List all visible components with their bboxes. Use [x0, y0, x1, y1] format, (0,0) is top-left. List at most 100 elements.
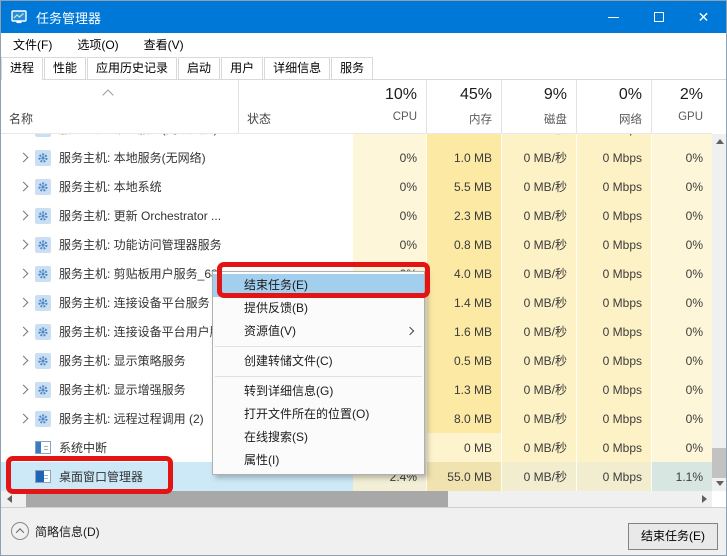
network-cell: 0 Mbps — [576, 134, 651, 143]
maximize-icon — [654, 12, 664, 22]
tab-性能[interactable]: 性能 — [44, 57, 86, 79]
tab-用户[interactable]: 用户 — [221, 57, 263, 79]
network-cell: 0 Mbps — [576, 172, 651, 201]
expand-chevron-icon[interactable] — [19, 327, 29, 337]
vertical-scrollbar[interactable] — [712, 134, 727, 491]
expand-chevron-icon[interactable] — [19, 240, 29, 250]
column-header-net[interactable]: 0%网络 — [576, 80, 651, 133]
header-label-cpu: CPU — [393, 111, 417, 123]
tab-bar: 进程性能应用历史记录启动用户详细信息服务 — [1, 56, 726, 80]
process-name: 服务主机: 连接设备平台用户服... — [59, 323, 232, 340]
header-total-gpu: 2% — [680, 85, 703, 105]
cpu-cell: 0% — [353, 134, 426, 143]
expand-chevron-icon[interactable] — [19, 414, 29, 424]
context-menu-item-在线搜索(S)[interactable]: 在线搜索(S) — [213, 426, 424, 449]
cpu-cell: 0% — [353, 201, 426, 230]
process-name: 服务主机: 本地系统 — [59, 178, 162, 195]
horizontal-scrollbar-thumb[interactable] — [26, 491, 448, 507]
service-gear-icon — [35, 134, 51, 137]
tab-进程[interactable]: 进程 — [1, 57, 43, 80]
context-menu-item-提供反馈(B)[interactable]: 提供反馈(B) — [213, 297, 424, 320]
expand-chevron-icon[interactable] — [19, 385, 29, 395]
cpu-cell: 0% — [353, 143, 426, 172]
column-header-status[interactable]: 状态 — [238, 80, 353, 133]
menu-选项(O)[interactable]: 选项(O) — [74, 34, 121, 55]
details-toggle[interactable]: 简略信息(D) — [11, 522, 100, 540]
context-menu-item-资源值(V)[interactable]: 资源值(V) — [213, 320, 424, 343]
context-menu-item-结束任务(E)[interactable]: 结束任务(E) — [213, 274, 424, 297]
context-menu-item-转到详细信息(G)[interactable]: 转到详细信息(G) — [213, 380, 424, 403]
menu-查看(V)[interactable]: 查看(V) — [141, 34, 187, 55]
column-header-disk[interactable]: 9%磁盘 — [501, 80, 576, 133]
maximize-button[interactable] — [636, 1, 681, 33]
context-menu-item-打开文件所在的位置(O)[interactable]: 打开文件所在的位置(O) — [213, 403, 424, 426]
minimize-icon — [608, 17, 619, 18]
expand-chevron-icon[interactable] — [19, 356, 29, 366]
scroll-up-arrow[interactable] — [712, 134, 727, 149]
column-header-mem[interactable]: 45%内存 — [426, 80, 501, 133]
context-menu-item-属性(I)[interactable]: 属性(I) — [213, 449, 424, 472]
horizontal-scrollbar[interactable] — [1, 491, 712, 507]
tab-详细信息[interactable]: 详细信息 — [264, 57, 330, 79]
title-bar: 任务管理器 ✕ — [1, 1, 726, 33]
task-manager-window: 任务管理器 ✕ 文件(F) 选项(O) 查看(V) 进程性能应用历史记录启动用户详细… — [0, 0, 727, 556]
network-cell: 0 Mbps — [576, 462, 651, 491]
process-name-cell: 服务主机: 本地服务(网络受限) — [1, 134, 238, 143]
status-bar: 简略信息(D) 结束任务(E) — [1, 507, 726, 556]
expand-chevron-icon[interactable] — [19, 182, 29, 192]
service-gear-icon — [35, 382, 51, 398]
expand-chevron-icon[interactable] — [19, 298, 29, 308]
expand-chevron-icon[interactable] — [19, 269, 29, 279]
memory-cell: 8.0 MB — [426, 404, 501, 433]
service-gear-icon — [35, 179, 51, 195]
memory-cell: 1.0 MB — [426, 143, 501, 172]
process-name: 服务主机: 更新 Orchestrator ... — [59, 207, 221, 224]
process-row[interactable]: 服务主机: 本地服务(网络受限)0%0.6 MB0 MB/秒0 Mbps0% — [1, 134, 712, 143]
process-row[interactable]: 服务主机: 更新 Orchestrator ...0%2.3 MB0 MB/秒0… — [1, 201, 712, 230]
menu-文件(F)[interactable]: 文件(F) — [10, 34, 55, 55]
expand-chevron-icon[interactable] — [19, 211, 29, 221]
process-name-cell: 桌面窗口管理器 — [1, 462, 238, 491]
network-cell: 0 Mbps — [576, 201, 651, 230]
gpu-cell: 0% — [651, 317, 712, 346]
vertical-scrollbar-thumb[interactable] — [712, 448, 727, 478]
process-name: 服务主机: 本地服务(无网络) — [59, 149, 206, 166]
process-name-cell: 服务主机: 连接设备平台服务 — [1, 288, 238, 317]
header-label-mem: 内存 — [469, 111, 492, 127]
network-cell: 0 Mbps — [576, 288, 651, 317]
disk-cell: 0 MB/秒 — [501, 462, 576, 491]
process-name-cell: 服务主机: 剪贴板用户服务_68... — [1, 259, 238, 288]
column-header-gpu[interactable]: 2% GPU — [651, 80, 712, 133]
disk-cell: 0 MB/秒 — [501, 346, 576, 375]
scroll-right-arrow[interactable] — [696, 491, 712, 507]
process-row[interactable]: 服务主机: 本地系统0%5.5 MB0 MB/秒0 Mbps0% — [1, 172, 712, 201]
scroll-down-arrow[interactable] — [712, 476, 727, 491]
process-name-cell: 系统中断 — [1, 433, 238, 462]
status-cell — [238, 201, 353, 230]
tab-应用历史记录[interactable]: 应用历史记录 — [87, 57, 177, 79]
service-gear-icon — [35, 411, 51, 427]
close-button[interactable]: ✕ — [681, 1, 726, 33]
process-name: 系统中断 — [59, 439, 107, 456]
column-header-name[interactable]: 名称 — [1, 80, 238, 133]
process-row[interactable]: 服务主机: 本地服务(无网络)0%1.0 MB0 MB/秒0 Mbps0% — [1, 143, 712, 172]
process-name-cell: 服务主机: 连接设备平台用户服... — [1, 317, 238, 346]
disk-cell: 0 MB/秒 — [501, 288, 576, 317]
gpu-cell: 0% — [651, 172, 712, 201]
header-label-gpu: GPU — [678, 111, 703, 123]
column-header-cpu[interactable]: 10%CPU — [353, 80, 426, 133]
tab-服务[interactable]: 服务 — [331, 57, 373, 79]
scroll-left-arrow[interactable] — [1, 491, 17, 507]
end-task-button[interactable]: 结束任务(E) — [628, 523, 718, 550]
process-row[interactable]: 服务主机: 功能访问管理器服务0%0.8 MB0 MB/秒0 Mbps0% — [1, 230, 712, 259]
process-name: 服务主机: 剪贴板用户服务_68... — [59, 265, 228, 282]
window-title: 任务管理器 — [36, 8, 101, 27]
disk-cell: 0 MB/秒 — [501, 433, 576, 462]
tab-启动[interactable]: 启动 — [178, 57, 220, 79]
disk-cell: 0 MB/秒 — [501, 201, 576, 230]
memory-cell: 0.6 MB — [426, 134, 501, 143]
gpu-cell: 0% — [651, 134, 712, 143]
minimize-button[interactable] — [591, 1, 636, 33]
context-menu-item-创建转储文件(C)[interactable]: 创建转储文件(C) — [213, 350, 424, 373]
expand-chevron-icon[interactable] — [19, 153, 29, 163]
